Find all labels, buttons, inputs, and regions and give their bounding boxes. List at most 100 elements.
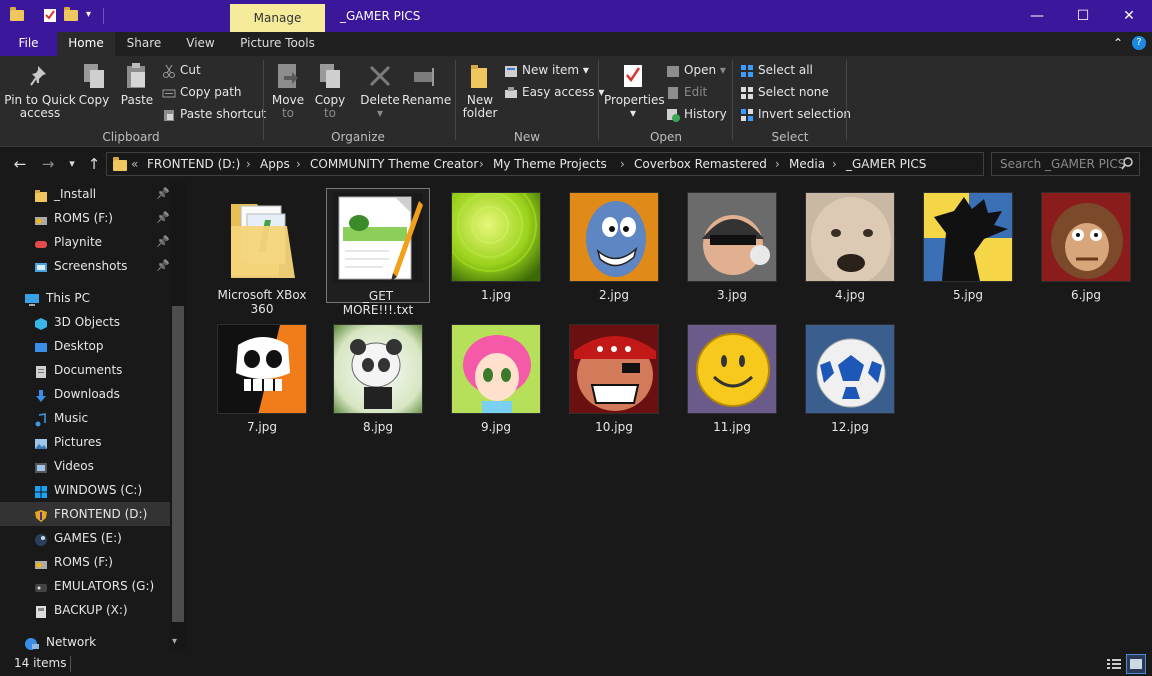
file-tile[interactable]: 7.jpg	[210, 320, 314, 434]
address-folder-icon	[113, 157, 127, 171]
back-arrow-icon[interactable]: ←	[10, 154, 30, 174]
breadcrumb-item[interactable]: My Theme Projects	[493, 153, 607, 175]
move-to-button[interactable]: Move to	[270, 60, 306, 120]
nav-item[interactable]: 3D Objects	[0, 310, 170, 334]
file-tile[interactable]: 8.jpg	[326, 320, 430, 434]
maximize-button[interactable]: ☐	[1060, 0, 1106, 32]
copy-button[interactable]: Copy	[76, 60, 112, 107]
file-tile[interactable]: 9.jpg	[444, 320, 548, 434]
new-folder-quick-icon[interactable]	[64, 7, 80, 23]
file-name: 8.jpg	[362, 420, 394, 434]
address-bar[interactable]: « FRONTEND (D:) › Apps › COMMUNITY Theme Cre…	[106, 152, 984, 176]
tab-file[interactable]: File	[0, 32, 57, 56]
file-tile[interactable]: 3.jpg	[680, 188, 784, 302]
customize-quick-access-icon[interactable]: ▾	[86, 7, 102, 23]
breadcrumb-item[interactable]: COMMUNITY Theme Creator	[310, 153, 478, 175]
nav-item[interactable]: EMULATORS (G:)	[0, 574, 170, 598]
new-item-button[interactable]: New item ▾	[504, 60, 589, 80]
nav-item[interactable]: _Install 📌	[0, 182, 170, 206]
nav-item[interactable]: BACKUP (X:)	[0, 598, 170, 622]
file-name: 9.jpg	[480, 420, 512, 434]
properties-button[interactable]: Properties ▾	[604, 60, 665, 120]
tab-view[interactable]: View	[173, 32, 228, 56]
item-count: 14 items	[14, 656, 67, 670]
breadcrumb-separator-icon[interactable]: ›	[775, 153, 780, 175]
folder-tile[interactable]: Microsoft XBox 360	[210, 188, 314, 316]
breadcrumb-item[interactable]: Apps	[260, 153, 290, 175]
edit-button[interactable]: Edit	[666, 82, 707, 102]
breadcrumb-separator-icon[interactable]: ›	[832, 153, 837, 175]
minimize-button[interactable]: —	[1014, 0, 1060, 32]
nav-item[interactable]: Playnite 📌	[0, 230, 170, 254]
nav-item[interactable]: Downloads	[0, 382, 170, 406]
copy-icon	[81, 62, 107, 90]
nav-item[interactable]: Documents	[0, 358, 170, 382]
nav-item[interactable]: ROMS (F:)	[0, 550, 170, 574]
close-button[interactable]: ✕	[1106, 0, 1152, 32]
breadcrumb-item[interactable]: _GAMER PICS	[846, 153, 926, 175]
file-tile[interactable]: 1.jpg	[444, 188, 548, 302]
file-tile[interactable]: 10.jpg	[562, 320, 666, 434]
file-tile[interactable]: 11.jpg	[680, 320, 784, 434]
help-icon[interactable]: ?	[1132, 36, 1146, 50]
nav-item[interactable]: Music	[0, 406, 170, 430]
invert-selection-button[interactable]: Invert selection	[740, 104, 851, 124]
new-folder-button[interactable]: New folder	[460, 60, 500, 120]
nav-item[interactable]: FRONTEND (D:)	[0, 502, 170, 526]
open-button[interactable]: Open ▾	[666, 60, 726, 80]
up-arrow-icon[interactable]: ↑	[84, 154, 104, 174]
file-tile[interactable]: 2.jpg	[562, 188, 666, 302]
cut-button[interactable]: Cut	[162, 60, 201, 80]
breadcrumb-separator-icon[interactable]: ›	[246, 153, 251, 175]
copy-to-button[interactable]: Copy to	[312, 60, 348, 120]
tab-home[interactable]: Home	[57, 32, 115, 56]
nav-item[interactable]: ROMS (F:) 📌	[0, 206, 170, 230]
nav-item[interactable]: WINDOWS (C:)	[0, 478, 170, 502]
large-icons-view-icon[interactable]	[1126, 654, 1146, 674]
delete-button[interactable]: Delete ▾	[360, 60, 400, 120]
select-none-button[interactable]: Select none	[740, 82, 829, 102]
details-view-icon[interactable]	[1106, 656, 1122, 672]
file-tile[interactable]: 5.jpg	[916, 188, 1020, 302]
copy-path-button[interactable]: Copy path	[162, 82, 242, 102]
address-overflow-icon[interactable]: «	[131, 153, 138, 175]
collapse-ribbon-icon[interactable]: ⌃	[1110, 32, 1126, 56]
file-tile[interactable]: 12.jpg	[798, 320, 902, 434]
tab-picture-tools[interactable]: Picture Tools	[230, 32, 325, 56]
paste-button[interactable]: Paste	[116, 60, 158, 107]
file-tile[interactable]: 4.jpg	[798, 188, 902, 302]
nav-scrollbar-thumb[interactable]	[172, 306, 184, 622]
file-tile[interactable]: 6.jpg	[1034, 188, 1138, 302]
image-thumbnail	[687, 192, 777, 282]
file-tile[interactable]: _GET MORE!!!.txt	[326, 188, 430, 317]
nav-item[interactable]: Screenshots 📌	[0, 254, 170, 278]
nav-item[interactable]: Desktop	[0, 334, 170, 358]
history-button[interactable]: History	[666, 104, 727, 124]
nav-item[interactable]: This PC	[0, 286, 170, 310]
breadcrumb-separator-icon[interactable]: ›	[620, 153, 625, 175]
select-all-button[interactable]: Select all	[740, 60, 813, 80]
easy-access-button[interactable]: Easy access ▾	[504, 82, 604, 102]
nav-item[interactable]: Videos	[0, 454, 170, 478]
breadcrumb-item[interactable]: Media	[789, 153, 825, 175]
tab-share[interactable]: Share	[115, 32, 173, 56]
file-name: 5.jpg	[952, 288, 984, 302]
status-bar: 14 items	[0, 652, 1152, 676]
frontend-drive-icon	[34, 507, 48, 522]
breadcrumb-item[interactable]: Coverbox Remastered	[634, 153, 767, 175]
breadcrumb-separator-icon[interactable]: ›	[479, 153, 484, 175]
pin-to-quick-access-button[interactable]: Pin to Quick access	[4, 60, 76, 120]
properties-quick-icon[interactable]	[42, 7, 58, 23]
manage-tab[interactable]: Manage	[230, 4, 325, 32]
breadcrumb-separator-icon[interactable]: ›	[296, 153, 301, 175]
breadcrumb-item[interactable]: FRONTEND (D:)	[147, 153, 240, 175]
recent-locations-chevron-icon[interactable]: ▾	[62, 154, 82, 174]
paste-shortcut-button[interactable]: Paste shortcut	[162, 104, 266, 124]
nav-item[interactable]: GAMES (E:)	[0, 526, 170, 550]
nav-item[interactable]: Pictures	[0, 430, 170, 454]
rename-button[interactable]: Rename	[402, 60, 451, 107]
scroll-down-icon[interactable]: ▾	[172, 636, 177, 647]
forward-arrow-icon[interactable]: →	[38, 154, 58, 174]
nav-item[interactable]: Network	[0, 630, 170, 654]
search-input[interactable]: Search _GAMER PICS	[991, 152, 1140, 176]
